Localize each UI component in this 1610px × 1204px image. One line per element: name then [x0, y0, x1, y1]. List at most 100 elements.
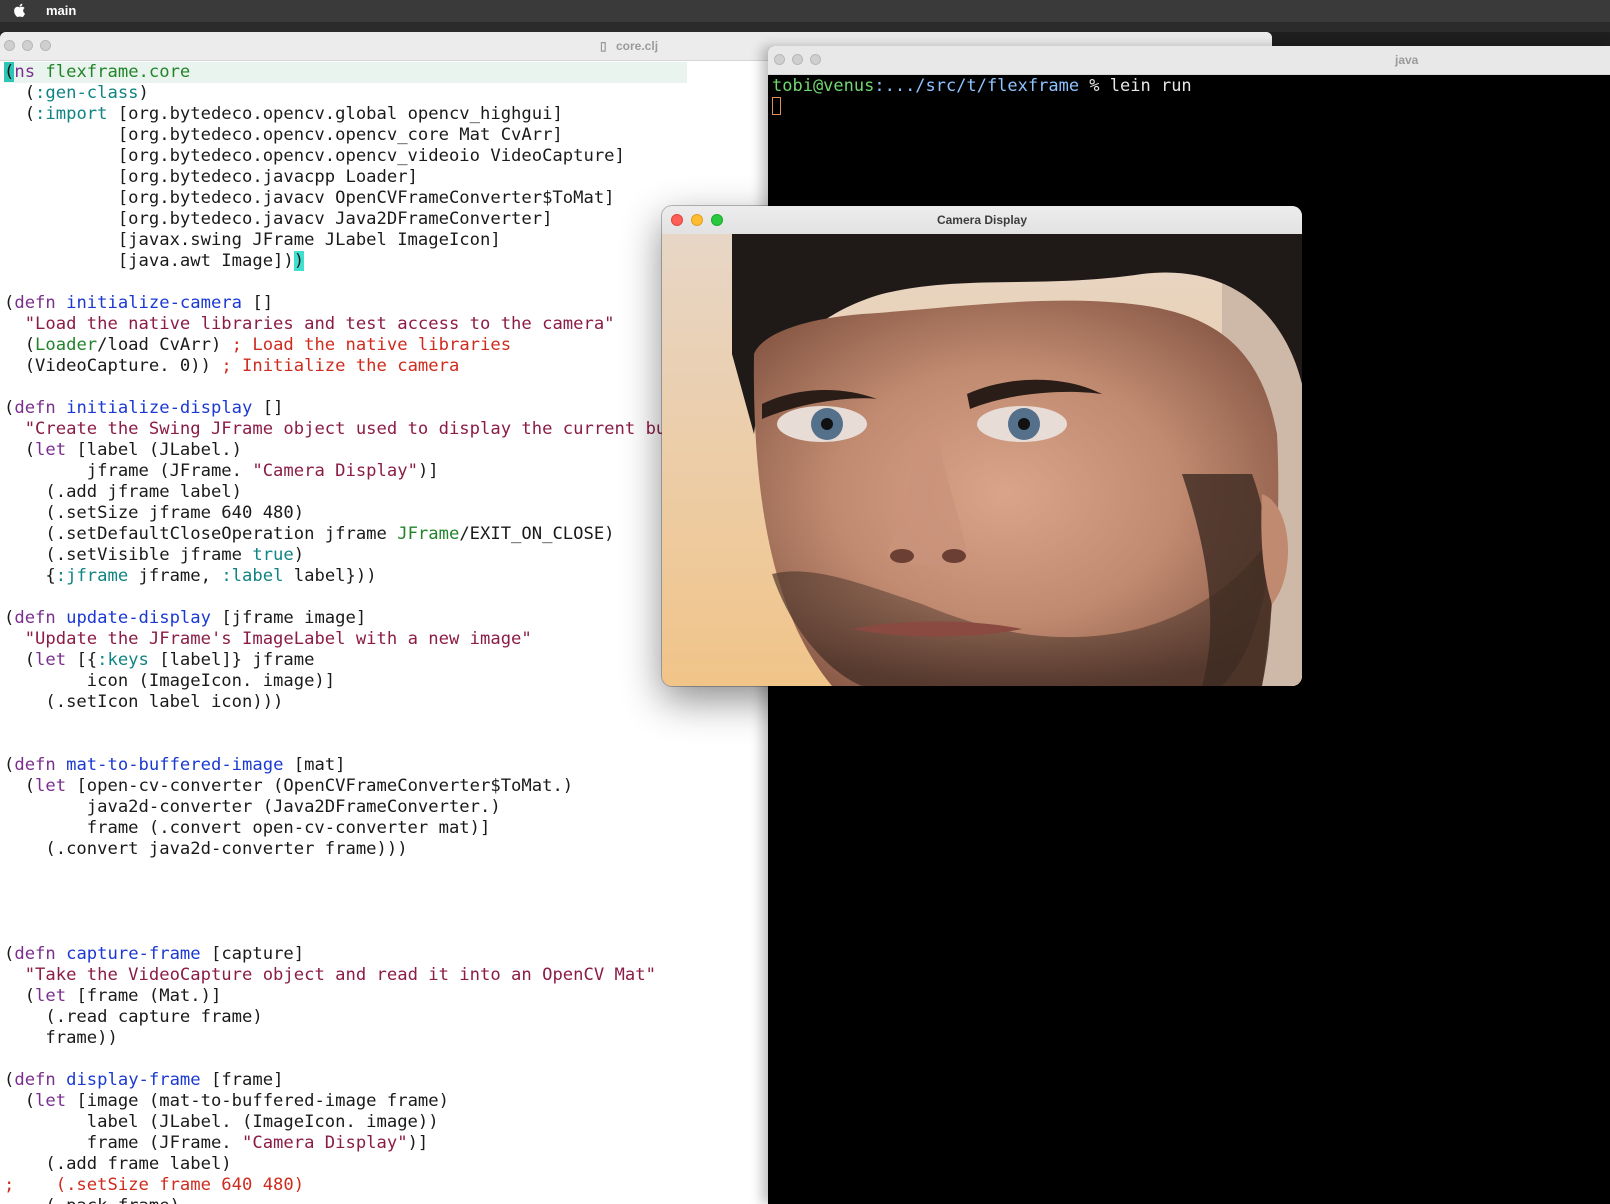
code-line[interactable]: [java.awt Image]))	[4, 251, 687, 272]
code-token: defn	[14, 398, 67, 418]
close-button[interactable]	[4, 40, 15, 51]
code-token: "Create the Swing JFrame object used to …	[24, 419, 687, 439]
code-line[interactable]: (.setSize jframe 640 480)	[4, 503, 687, 524]
code-line[interactable]: "Load the native libraries and test acce…	[4, 314, 687, 335]
code-line[interactable]: "Update the JFrame's ImageLabel with a n…	[4, 629, 687, 650]
terminal-cursor	[772, 97, 781, 115]
minimize-button[interactable]	[792, 54, 803, 65]
code-line[interactable]	[4, 734, 687, 755]
code-token: [jframe image]	[210, 608, 367, 628]
code-line[interactable]: [org.bytedeco.javacv Java2DFrameConverte…	[4, 209, 687, 230]
code-line[interactable]: ; (.setSize frame 640 480)	[4, 1175, 687, 1196]
code-line[interactable]: (defn display-frame [frame]	[4, 1070, 687, 1091]
code-token: label}))	[283, 566, 377, 586]
apple-logo-icon[interactable]	[12, 2, 28, 18]
code-token: defn	[14, 755, 67, 775]
code-line[interactable]	[4, 1049, 687, 1070]
code-line[interactable]: (:import [org.bytedeco.opencv.global ope…	[4, 104, 687, 125]
camera-titlebar: Camera Display	[662, 206, 1302, 235]
code-line[interactable]: icon (ImageIcon. image)]	[4, 671, 687, 692]
code-line[interactable]	[4, 713, 687, 734]
zoom-button[interactable]	[810, 54, 821, 65]
code-token: :gen-class	[35, 83, 139, 103]
code-line[interactable]: (.read capture frame)	[4, 1007, 687, 1028]
code-line[interactable]: (defn mat-to-buffered-image [mat]	[4, 755, 687, 776]
code-line[interactable]: {:jframe jframe, :label label}))	[4, 566, 687, 587]
code-token: (	[4, 398, 15, 418]
code-line[interactable]	[4, 881, 687, 902]
code-line[interactable]: frame (JFrame. "Camera Display")]	[4, 1133, 687, 1154]
code-line[interactable]	[4, 923, 687, 944]
code-token: jframe (JFrame.	[4, 461, 253, 481]
code-line[interactable]: (let [open-cv-converter (OpenCVFrameConv…	[4, 776, 687, 797]
code-token: frame (JFrame.	[4, 1133, 242, 1153]
code-line[interactable]: (:gen-class)	[4, 83, 687, 104]
code-line[interactable]: (.pack frame)	[4, 1196, 687, 1204]
code-token: (	[4, 1070, 15, 1090]
code-token: ; (.setSize frame 640 480)	[4, 1175, 305, 1195]
code-token: "Load the native libraries and test acce…	[24, 314, 615, 334]
code-token: {	[4, 566, 56, 586]
code-line[interactable]: (.setDefaultCloseOperation jframe JFrame…	[4, 524, 687, 545]
code-line[interactable]: (.add frame label)	[4, 1154, 687, 1175]
code-line[interactable]: java2d-converter (Java2DFrameConverter.)	[4, 797, 687, 818]
code-line[interactable]: (.setVisible jframe true)	[4, 545, 687, 566]
code-line[interactable]: "Take the VideoCapture object and read i…	[4, 965, 687, 986]
code-line[interactable]: (.setIcon label icon)))	[4, 692, 687, 713]
code-token: icon (ImageIcon. image)]	[4, 671, 336, 691]
code-line[interactable]	[4, 860, 687, 881]
zoom-button[interactable]	[40, 40, 51, 51]
code-line[interactable]: (let [frame (Mat.)]	[4, 986, 687, 1007]
app-menu-name[interactable]: main	[46, 3, 76, 18]
code-line[interactable]: [javax.swing JFrame JLabel ImageIcon]	[4, 230, 687, 251]
code-line[interactable]: label (JLabel. (ImageIcon. image))	[4, 1112, 687, 1133]
code-line[interactable]: (let [label (JLabel.)	[4, 440, 687, 461]
code-line[interactable]	[4, 272, 687, 293]
code-line[interactable]: frame (.convert open-cv-converter mat)]	[4, 818, 687, 839]
code-line[interactable]: (.add jframe label)	[4, 482, 687, 503]
code-line[interactable]: (defn update-display [jframe image]	[4, 608, 687, 629]
code-line[interactable]: (let [image (mat-to-buffered-image frame…	[4, 1091, 687, 1112]
code-line[interactable]: (.convert java2d-converter frame)))	[4, 839, 687, 860]
code-line[interactable]	[4, 377, 687, 398]
code-line[interactable]: [org.bytedeco.javacv OpenCVFrameConverte…	[4, 188, 687, 209]
code-line[interactable]: (defn initialize-camera []	[4, 293, 687, 314]
code-token: (	[4, 944, 15, 964]
code-token: (	[4, 335, 36, 355]
code-token: mat-to-buffered-image	[66, 755, 284, 775]
prompt-user: tobi@venus	[772, 76, 875, 96]
code-line[interactable]: [org.bytedeco.opencv.opencv_core Mat CvA…	[4, 125, 687, 146]
code-line[interactable]: (VideoCapture. 0)) ; Initialize the came…	[4, 356, 687, 377]
code-token: )]	[407, 1133, 429, 1153]
code-line[interactable]: (ns flexframe.core	[4, 62, 687, 83]
code-line[interactable]: [org.bytedeco.opencv.opencv_videoio Vide…	[4, 146, 687, 167]
code-editor[interactable]: (ns flexframe.core (:gen-class) (:import…	[4, 62, 687, 1204]
minimize-button[interactable]	[22, 40, 33, 51]
code-token: )	[293, 545, 305, 565]
code-token: (	[4, 776, 36, 796]
menu-bar: main	[0, 0, 1610, 22]
code-line[interactable]: (Loader/load CvArr) ; Load the native li…	[4, 335, 687, 356]
code-token: "Update the JFrame's ImageLabel with a n…	[24, 629, 532, 649]
code-token: (.setVisible jframe	[4, 545, 253, 565]
terminal-output[interactable]: tobi@venus:.../src/t/flexframe % lein ru…	[772, 76, 1192, 118]
code-line[interactable]: (let [{:keys [label]} jframe	[4, 650, 687, 671]
code-token: (.convert java2d-converter frame)))	[4, 839, 408, 859]
code-token: :label	[221, 566, 284, 586]
camera-feed-image	[662, 234, 1302, 686]
close-button[interactable]	[774, 54, 785, 65]
code-token: display-frame	[66, 1070, 201, 1090]
code-line[interactable]: frame))	[4, 1028, 687, 1049]
code-line[interactable]: jframe (JFrame. "Camera Display")]	[4, 461, 687, 482]
code-line[interactable]: (defn initialize-display []	[4, 398, 687, 419]
code-token: (	[4, 650, 36, 670]
code-line[interactable]: "Create the Swing JFrame object used to …	[4, 419, 687, 440]
code-line[interactable]	[4, 902, 687, 923]
code-token: []	[242, 293, 274, 313]
code-line[interactable]	[4, 587, 687, 608]
code-line[interactable]: (defn capture-frame [capture]	[4, 944, 687, 965]
code-line[interactable]: [org.bytedeco.javacpp Loader]	[4, 167, 687, 188]
code-token: defn	[14, 293, 67, 313]
